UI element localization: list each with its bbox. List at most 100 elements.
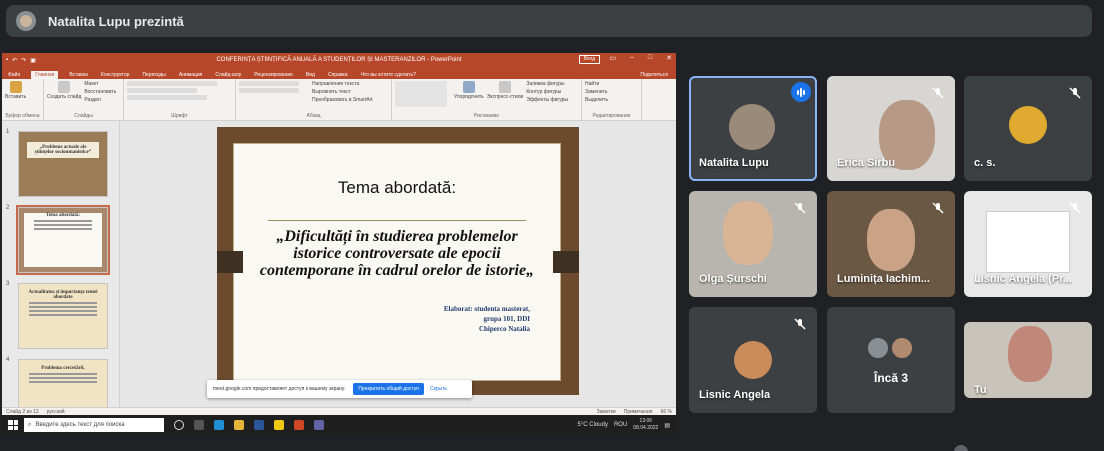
tell-me-search[interactable]: Что вы хотите сделать? [359, 71, 418, 79]
more-participants-tile[interactable]: Încă 3 [827, 307, 955, 413]
avatar [867, 337, 889, 359]
tab-help[interactable]: Справка [326, 71, 350, 79]
replace-button[interactable]: Заменить [585, 89, 608, 95]
arrange-label: Упорядочить [454, 94, 484, 100]
participant-name: Erica Sirbu [837, 157, 896, 169]
shared-document-preview [986, 211, 1070, 273]
smartart-button[interactable]: Преобразовать в SmartArt [312, 97, 373, 103]
task-view-icon[interactable] [194, 420, 204, 430]
file-explorer-icon[interactable] [234, 420, 244, 430]
font-selector[interactable] [127, 81, 217, 86]
notifications-icon[interactable]: ▤ [664, 422, 670, 429]
zoom-level[interactable]: 66 % [661, 409, 672, 415]
participant-tile-lisnic-presentation[interactable]: Lisnic Angela (Pr... [964, 191, 1092, 297]
tab-animations[interactable]: Анимация [177, 71, 204, 79]
participant-tile-cs[interactable]: c. s. [964, 76, 1092, 181]
save-icon[interactable]: ▪ [6, 57, 8, 64]
share-banner-text: meet.google.com предоставляет доступ к в… [213, 386, 346, 392]
tab-insert[interactable]: Вставка [67, 71, 90, 79]
taskbar-search[interactable]: ⌕ Введите здесь текст для поиска [24, 418, 164, 432]
language-indicator: русский [46, 408, 65, 415]
reset-button[interactable]: Восстановить [84, 89, 116, 95]
hide-banner-button[interactable]: Скрыть [430, 386, 447, 392]
find-button[interactable]: Найти [585, 81, 608, 87]
font-style-buttons[interactable] [127, 88, 197, 93]
font-color-buttons[interactable] [127, 95, 207, 100]
notes-button[interactable]: Заметки [597, 409, 616, 415]
tab-design[interactable]: Конструктор [99, 71, 132, 79]
participant-tile-luminita[interactable]: Luminița Iachim... [827, 191, 955, 297]
slide-thumbnail-1[interactable]: „Probleme actuale ale științelor socioum… [18, 131, 108, 197]
slide-divider [268, 220, 526, 221]
weather-widget[interactable]: 5°C Cloudy [578, 422, 608, 428]
participant-tile-erica[interactable]: Erica Sirbu [827, 76, 955, 181]
folder-icon[interactable] [274, 420, 284, 430]
redo-icon[interactable]: ↷ [21, 57, 26, 64]
layout-button[interactable]: Макет [84, 81, 116, 87]
select-button[interactable]: Выделить [585, 97, 608, 103]
current-slide[interactable]: Tema abordată: „Dificultăți în studierea… [217, 127, 579, 395]
maximize-icon[interactable]: □ [648, 54, 652, 62]
text-direction-button[interactable]: Направление текста [312, 81, 373, 87]
participant-tile-olga[interactable]: Olga Șurschi [689, 191, 817, 297]
list-buttons[interactable] [239, 81, 299, 86]
thumb-number: 3 [6, 281, 10, 287]
self-view-tile[interactable]: Tu [964, 322, 1092, 398]
ribbon-tabs: Файл Главная Вставка Конструктор Переход… [2, 67, 676, 79]
tab-slideshow[interactable]: Слайд-шоу [213, 71, 243, 79]
thumb-text-line [29, 381, 97, 383]
avatar [729, 104, 775, 150]
share-button[interactable]: Поделиться [638, 71, 670, 79]
participant-name: Luminița Iachim... [837, 273, 930, 285]
tab-home[interactable]: Главная [31, 71, 59, 79]
tab-file[interactable]: Файл [6, 71, 22, 79]
slide-thumbnail-3[interactable]: Actualitatea și importanța temei abordat… [18, 283, 108, 349]
participant-tile-lisnic[interactable]: Lisnic Angela [689, 307, 817, 413]
mic-off-icon [1066, 199, 1084, 217]
ribbon-display-icon[interactable]: ▭ [609, 54, 616, 62]
comments-button[interactable]: Примечания [624, 409, 653, 415]
shape-effects-button[interactable]: Эффекты фигуры [526, 97, 568, 103]
undo-icon[interactable]: ↶ [12, 57, 17, 64]
participant-name: Natalita Lupu [699, 157, 769, 169]
slide-thumbnail-2[interactable]: Tema abordată: [16, 205, 110, 275]
tab-transitions[interactable]: Переходы [140, 71, 167, 79]
windows-start-icon[interactable] [8, 420, 18, 430]
powerpoint-icon[interactable] [294, 420, 304, 430]
login-button[interactable]: Вход [578, 55, 600, 64]
section-button[interactable]: Раздел [84, 97, 116, 103]
ribbon-group-slides: Создать слайд Макет Восстановить Раздел … [44, 79, 124, 120]
tab-review[interactable]: Рецензирование [252, 71, 295, 79]
edge-icon[interactable] [214, 420, 224, 430]
participant-tile-natalita[interactable]: Natalita Lupu [689, 76, 817, 181]
slide-canvas[interactable]: Tema abordată: „Dificultăți în studierea… [120, 121, 676, 423]
avatar [891, 337, 913, 359]
close-icon[interactable]: ✕ [666, 54, 672, 62]
word-icon[interactable] [254, 420, 264, 430]
presenter-avatar [16, 11, 36, 31]
tab-view[interactable]: Вид [304, 71, 317, 79]
ribbon-group-editing: Найти Заменить Выделить Редактирование [582, 79, 642, 120]
ribbon-group-drawing: Упорядочить Экспресс-стили Заливка фигур… [392, 79, 582, 120]
slide-decoration-left [217, 251, 243, 273]
shape-outline-button[interactable]: Контур фигуры [526, 89, 568, 95]
thumb-text-line [29, 314, 97, 316]
align-buttons[interactable] [239, 88, 299, 93]
participant-name: Olga Șurschi [699, 273, 767, 285]
align-text-button[interactable]: Выровнять текст [312, 89, 373, 95]
cortana-icon[interactable] [174, 420, 184, 430]
stop-sharing-button[interactable]: Прекратить общий доступ [353, 383, 424, 395]
minimize-icon[interactable]: – [630, 54, 634, 62]
start-slideshow-icon[interactable]: ▣ [30, 57, 36, 64]
teams-icon[interactable] [314, 420, 324, 430]
quick-styles-label: Экспресс-стили [486, 94, 524, 100]
system-tray: 5°C Cloudy ROU 13:06 08.04.2022 ▤ [578, 418, 676, 432]
language-indicator[interactable]: ROU [614, 422, 627, 428]
clock[interactable]: 13:06 08.04.2022 [633, 418, 658, 432]
shapes-gallery[interactable] [395, 81, 447, 107]
more-options-icon[interactable] [954, 445, 968, 451]
shape-fill-button[interactable]: Заливка фигуры [526, 81, 568, 87]
clock-date: 08.04.2022 [633, 425, 659, 431]
thumb-title: Tema abordată: [45, 213, 81, 218]
thumb-text-line [29, 373, 97, 375]
